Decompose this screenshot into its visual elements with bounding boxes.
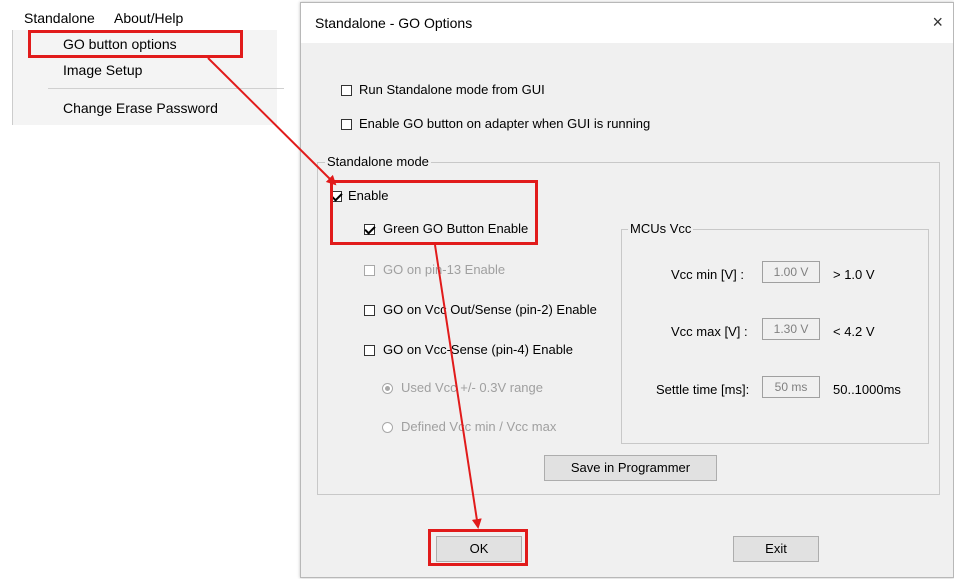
arrow-menu-to-enable xyxy=(207,57,337,186)
annotation-arrows xyxy=(207,57,482,529)
arrow-enable-to-ok xyxy=(434,244,482,529)
